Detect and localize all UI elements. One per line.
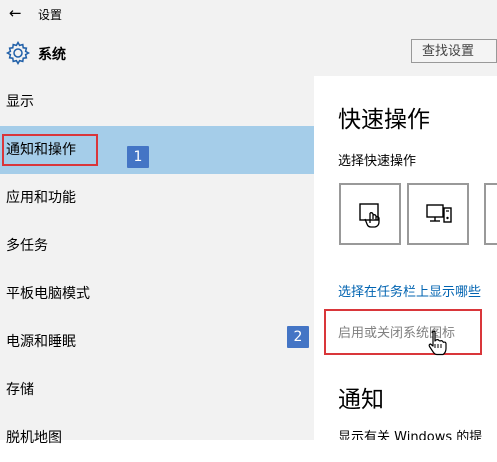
quick-action-tile-project[interactable] [407, 183, 469, 245]
window-title: 设置 [38, 8, 63, 22]
sidebar-item-display[interactable]: 显示 [0, 78, 314, 126]
quick-action-tile-3[interactable] [484, 183, 497, 245]
sidebar-item-label: 脱机地图 [6, 430, 62, 446]
step-badge-1: 1 [127, 146, 149, 168]
back-arrow-icon[interactable]: ← [9, 4, 22, 22]
sidebar-item-label: 应用和功能 [6, 190, 76, 206]
step-badge-2: 2 [287, 326, 309, 348]
sidebar-item-label: 电源和睡眠 [6, 334, 76, 350]
highlight-box-1: 通知和操作 [2, 134, 98, 166]
sidebar-item-label: 存储 [6, 382, 34, 398]
search-box[interactable] [411, 39, 497, 63]
notifications-heading: 通知 [338, 387, 384, 413]
sidebar-item-label: 显示 [6, 94, 34, 110]
sidebar-item-apps-features[interactable]: 应用和功能 [0, 174, 314, 222]
page-title: 系统 [38, 47, 66, 63]
sidebar-item-label: 多任务 [6, 238, 48, 254]
content-pane: 快速操作 选择快速操作 选择在任务栏上显示哪些 启用或关闭系统图标 通知 显示有… [314, 76, 497, 440]
title-bar: ← 设置 [0, 0, 497, 28]
quick-action-tile-tablet-mode[interactable] [339, 183, 401, 245]
tablet-mode-icon [359, 203, 380, 228]
hand-cursor-icon [428, 330, 447, 356]
project-icon [426, 204, 452, 223]
sidebar-item-label: 平板电脑模式 [6, 286, 90, 302]
sidebar-item-label: 通知和操作 [6, 142, 76, 158]
settings-header: 系统 [0, 28, 497, 76]
sidebar-item-tablet-mode[interactable]: 平板电脑模式 [0, 270, 314, 318]
sidebar-item-storage[interactable]: 存储 [0, 366, 314, 414]
taskbar-icons-link[interactable]: 选择在任务栏上显示哪些 [338, 281, 481, 300]
sidebar-item-notifications-actions[interactable]: 通知和操作 [0, 126, 314, 174]
quick-actions-subtitle: 选择快速操作 [338, 154, 417, 169]
notifications-description: 显示有关 Windows 的提 [338, 430, 483, 440]
gear-icon [5, 40, 31, 66]
sidebar-item-power-sleep[interactable]: 电源和睡眠 [0, 318, 314, 366]
quick-actions-heading: 快速操作 [338, 107, 430, 133]
sidebar-item-multitasking[interactable]: 多任务 [0, 222, 314, 270]
sidebar: 显示 通知和操作 应用和功能 多任务 平板电脑模式 电源和睡眠 存储 脱机地图 [0, 76, 314, 446]
sidebar-item-offline-maps[interactable]: 脱机地图 [0, 414, 314, 462]
search-input[interactable] [412, 40, 496, 63]
